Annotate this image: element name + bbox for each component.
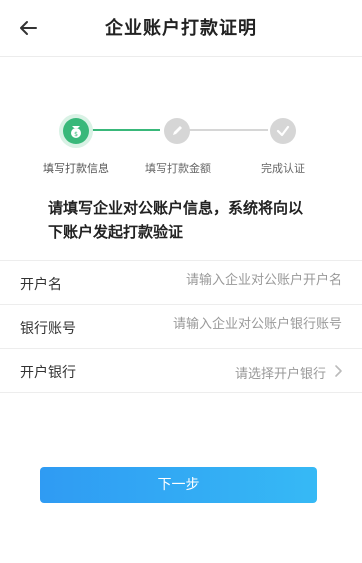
step-3-circle bbox=[270, 118, 296, 144]
bank-label: 开户银行 bbox=[20, 365, 76, 381]
step-1-circle: $ bbox=[63, 118, 89, 144]
bank-account-input[interactable] bbox=[120, 316, 344, 333]
top-bar: 企业账户打款证明 bbox=[0, 0, 362, 57]
page-title: 企业账户打款证明 bbox=[105, 18, 257, 39]
step-3-label: 完成认证 bbox=[261, 162, 305, 175]
step-1-label: 填写打款信息 bbox=[43, 162, 109, 175]
chevron-right-icon bbox=[335, 365, 342, 377]
money-bag-icon: $ bbox=[71, 126, 81, 138]
account-name-row: 开户名 bbox=[0, 260, 362, 304]
account-form: 开户名 银行账号 开户银行 请选择开户银行 bbox=[0, 260, 362, 393]
bank-select-row[interactable]: 开户银行 请选择开户银行 bbox=[0, 348, 362, 393]
account-name-label: 开户名 bbox=[20, 277, 62, 293]
progress-steps: $ 填写打款信息 填写打款金额 完成认证 bbox=[0, 112, 362, 175]
intro-line-2: 下账户发起打款验证 bbox=[48, 223, 184, 241]
pencil-icon bbox=[173, 126, 182, 135]
account-name-input[interactable] bbox=[120, 272, 344, 289]
bank-select-value[interactable]: 请选择开户银行 bbox=[235, 363, 326, 382]
step-connector bbox=[185, 129, 268, 131]
bank-account-row: 银行账号 bbox=[0, 304, 362, 348]
svg-text:$: $ bbox=[74, 131, 78, 138]
step-2-circle bbox=[164, 118, 190, 144]
step-2-label: 填写打款金额 bbox=[145, 162, 211, 175]
intro-text: 请填写企业对公账户信息，系统将向以 下账户发起打款验证 bbox=[48, 196, 328, 244]
check-icon bbox=[276, 125, 290, 137]
step-connector bbox=[89, 129, 160, 131]
bank-account-label: 银行账号 bbox=[20, 321, 76, 337]
next-button[interactable]: 下一步 bbox=[40, 467, 317, 503]
intro-line-1: 请填写企业对公账户信息，系统将向以 bbox=[48, 199, 304, 217]
